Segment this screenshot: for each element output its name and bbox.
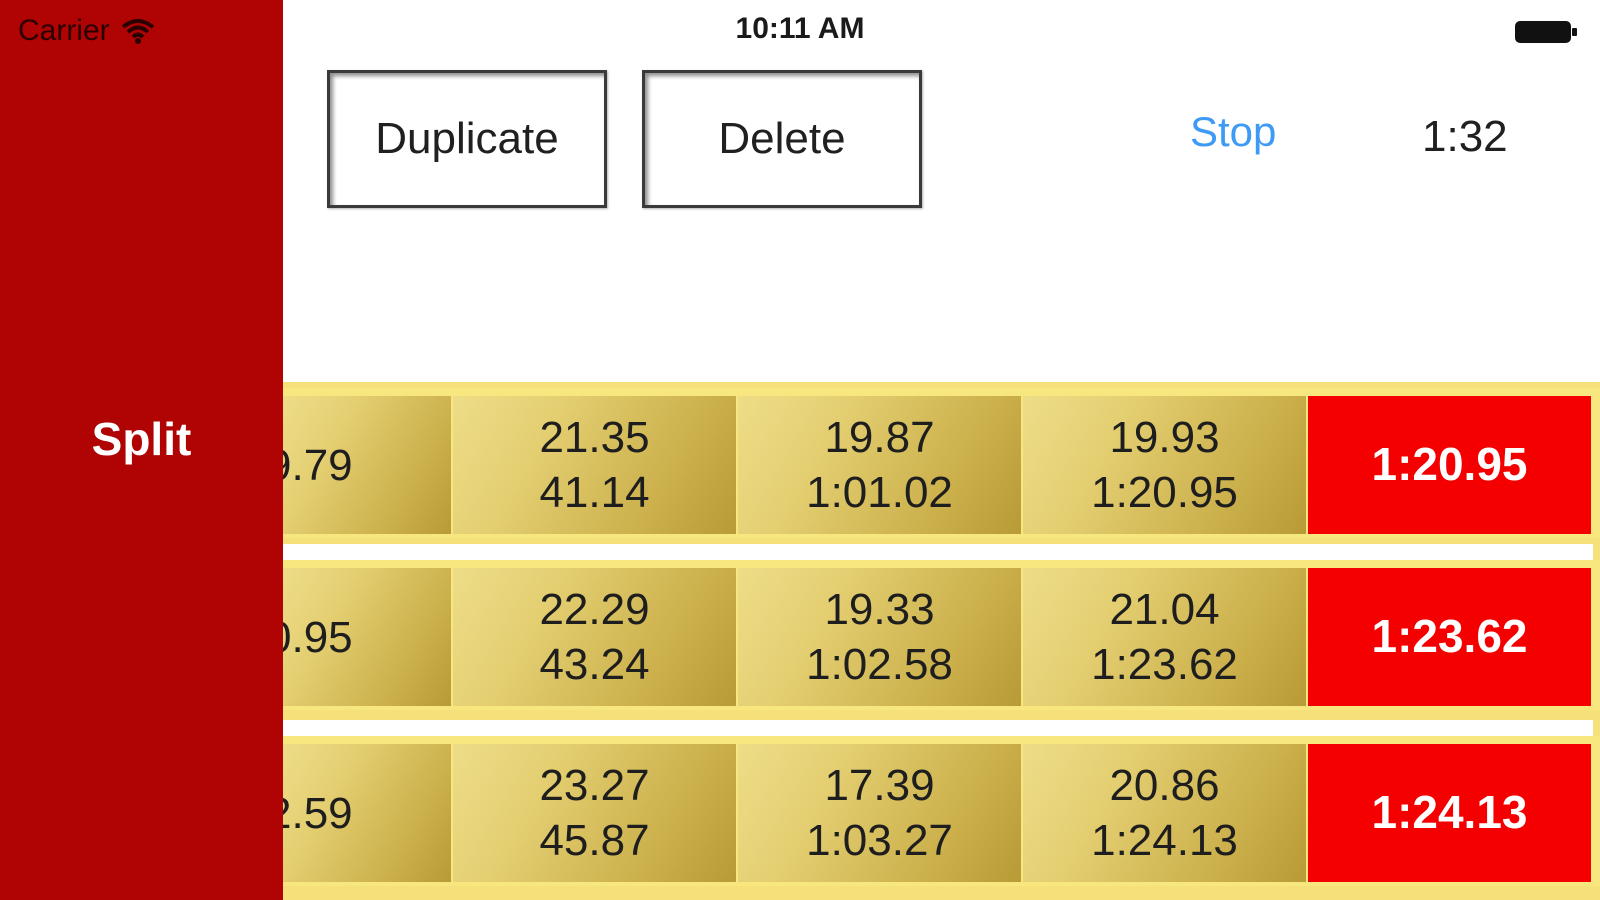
first-split-cell: 2.59 bbox=[283, 744, 451, 882]
split-cell: 20.86 1:24.13 bbox=[1023, 744, 1306, 882]
split-value: 21.04 bbox=[1109, 585, 1220, 634]
table-row[interactable]: 0.95 22.29 43.24 19.33 1:02.58 21.04 1:2… bbox=[283, 560, 1600, 710]
total-time-value: 1:23.62 bbox=[1371, 610, 1528, 663]
cumulative-value: 41.14 bbox=[539, 468, 650, 517]
table-row[interactable]: 9.79 21.35 41.14 19.87 1:01.02 19.93 1:2… bbox=[283, 388, 1600, 538]
cumulative-value: 1:02.58 bbox=[806, 640, 953, 689]
split-cell: 19.87 1:01.02 bbox=[738, 396, 1021, 534]
first-split-cell: 0.95 bbox=[283, 568, 451, 706]
cumulative-value: 1:01.02 bbox=[806, 468, 953, 517]
cumulative-value: 1:24.13 bbox=[1091, 816, 1238, 865]
first-split-value: 2.59 bbox=[283, 788, 353, 838]
table-row[interactable]: 2.59 23.27 45.87 17.39 1:03.27 20.86 1:2… bbox=[283, 736, 1600, 886]
wifi-icon bbox=[121, 19, 154, 44]
duplicate-button[interactable]: Duplicate bbox=[327, 70, 607, 208]
first-split-value: 9.79 bbox=[283, 440, 353, 490]
split-value: 19.87 bbox=[824, 413, 935, 462]
battery-icon bbox=[1515, 21, 1577, 43]
first-split-value: 0.95 bbox=[283, 612, 353, 662]
cumulative-value: 43.24 bbox=[539, 640, 650, 689]
row-divider bbox=[283, 544, 1593, 560]
split-cell: 21.04 1:23.62 bbox=[1023, 568, 1306, 706]
split-cell: 22.29 43.24 bbox=[453, 568, 736, 706]
split-value: 20.86 bbox=[1109, 761, 1220, 810]
split-value: 19.33 bbox=[824, 585, 935, 634]
split-cell: 23.27 45.87 bbox=[453, 744, 736, 882]
delete-button[interactable]: Delete bbox=[642, 70, 922, 208]
cumulative-value: 1:23.62 bbox=[1091, 640, 1238, 689]
cumulative-value: 1:20.95 bbox=[1091, 468, 1238, 517]
split-value: 19.93 bbox=[1109, 413, 1220, 462]
total-time-value: 1:24.13 bbox=[1371, 786, 1528, 839]
cumulative-value: 45.87 bbox=[539, 816, 650, 865]
split-value: 21.35 bbox=[539, 413, 650, 462]
split-cell: 19.93 1:20.95 bbox=[1023, 396, 1306, 534]
split-cell: 21.35 41.14 bbox=[453, 396, 736, 534]
total-time-cell: 1:23.62 bbox=[1308, 568, 1591, 706]
carrier-status: Carrier bbox=[18, 14, 156, 48]
split-cell: 19.33 1:02.58 bbox=[738, 568, 1021, 706]
total-time-value: 1:20.95 bbox=[1371, 438, 1528, 491]
elapsed-time: 1:32 bbox=[1422, 112, 1508, 161]
carrier-label: Carrier bbox=[18, 14, 110, 47]
split-value: 22.29 bbox=[539, 585, 650, 634]
split-button[interactable]: Split bbox=[0, 412, 283, 466]
cumulative-value: 1:03.27 bbox=[806, 816, 953, 865]
total-time-cell: 1:20.95 bbox=[1308, 396, 1591, 534]
stop-button[interactable]: Stop bbox=[1190, 108, 1276, 156]
status-time: 10:11 AM bbox=[735, 12, 865, 45]
stopwatch-screen: Carrier Split 10:11 AM Duplicate Delete … bbox=[0, 0, 1600, 900]
first-split-cell: 9.79 bbox=[283, 396, 451, 534]
total-time-cell: 1:24.13 bbox=[1308, 744, 1591, 882]
side-panel: Carrier Split bbox=[0, 0, 283, 900]
split-cell: 17.39 1:03.27 bbox=[738, 744, 1021, 882]
row-divider bbox=[283, 720, 1593, 736]
split-value: 23.27 bbox=[539, 761, 650, 810]
split-value: 17.39 bbox=[824, 761, 935, 810]
